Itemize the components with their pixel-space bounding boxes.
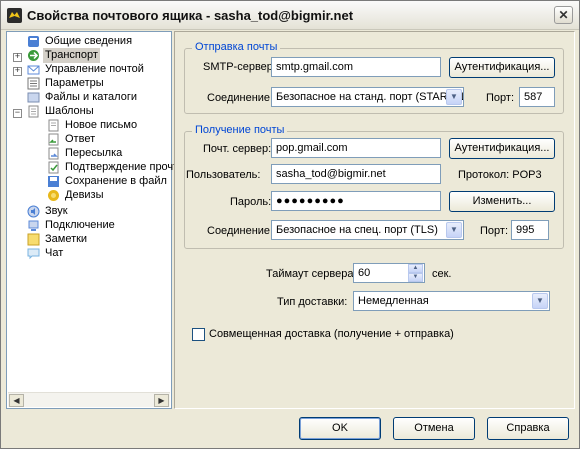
pop-port-input[interactable]: 995 xyxy=(511,220,549,240)
ok-button[interactable]: OK xyxy=(299,417,381,440)
pop-connection-label: Соединение: xyxy=(207,225,274,237)
parameters-icon xyxy=(27,77,40,90)
pop-authentication-button[interactable]: Аутентификация... xyxy=(449,138,555,159)
settings-tree: + + − Общие сведения Транспорт Управлени… xyxy=(6,31,178,409)
mail-server-label: Почт. сервер: xyxy=(203,143,272,155)
server-timeout-value: 60 xyxy=(358,267,371,279)
minus-icon: − xyxy=(14,108,21,118)
spin-up-icon[interactable]: ▲ xyxy=(408,264,423,273)
delivery-type-label: Тип доставки: xyxy=(277,296,348,308)
smtp-port-input[interactable]: 587 xyxy=(519,87,555,107)
help-button[interactable]: Справка xyxy=(487,417,569,440)
tree-item-label: Файлы и каталоги xyxy=(45,91,137,103)
timeout-spinner[interactable]: ▲ ▼ xyxy=(408,264,423,282)
pop-connection-value: Безопасное на спец. порт (TLS) xyxy=(276,224,438,236)
smtp-connection-value: Безопасное на станд. порт (STARTTLS) xyxy=(276,91,464,103)
save-to-file-icon xyxy=(48,176,59,187)
close-icon: ✕ xyxy=(558,8,569,22)
expander-mail-management[interactable]: + xyxy=(13,67,22,76)
user-input[interactable]: sasha_tod@bigmir.net xyxy=(271,164,441,184)
server-timeout-label: Таймаут сервера: xyxy=(266,268,357,280)
cancel-button[interactable]: Отмена xyxy=(393,417,475,440)
delivery-type-value: Немедленная xyxy=(358,295,429,307)
chevron-down-icon: ▼ xyxy=(446,222,462,238)
connection-icon xyxy=(28,220,39,231)
tree-item-label: Звук xyxy=(45,205,68,217)
arrow-left-icon: ◀ xyxy=(13,396,20,405)
chevron-down-icon: ▼ xyxy=(532,293,548,309)
tree-horizontal-scrollbar[interactable]: ◀ ▶ xyxy=(8,392,170,407)
tree-item-label: Ответ xyxy=(65,133,96,145)
chat-icon xyxy=(27,248,40,260)
window-title: Свойства почтового ящика - sasha_tod@big… xyxy=(27,8,354,23)
protocol-label: Протокол: POP3 xyxy=(458,169,542,181)
mail-server-input[interactable]: pop.gmail.com xyxy=(271,138,441,158)
mail-management-icon xyxy=(27,65,40,75)
smtp-authentication-button[interactable]: Аутентификация... xyxy=(449,57,555,78)
tree-item-label: Подтверждение прочт xyxy=(65,161,179,173)
sound-icon xyxy=(27,205,40,218)
combined-delivery-checkbox[interactable] xyxy=(192,328,205,341)
tree-item-label: Заметки xyxy=(45,233,88,245)
mailbox-properties-dialog: Свойства почтового ящика - sasha_tod@big… xyxy=(0,0,580,449)
templates-icon xyxy=(28,105,39,118)
close-button[interactable]: ✕ xyxy=(554,6,573,24)
combined-delivery-label[interactable]: Совмещенная доставка (получение + отправ… xyxy=(209,328,454,340)
password-label: Пароль: xyxy=(230,196,272,208)
scroll-right-button[interactable]: ▶ xyxy=(154,394,169,407)
smtp-connection-select[interactable]: Безопасное на станд. порт (STARTTLS) ▼ xyxy=(271,87,464,107)
user-label: Пользователь: xyxy=(186,169,261,181)
change-password-button[interactable]: Изменить... xyxy=(449,191,555,212)
mottos-icon xyxy=(48,190,59,201)
expander-transport[interactable]: + xyxy=(13,53,22,62)
files-icon xyxy=(27,92,40,103)
tree-item-label: Чат xyxy=(45,247,64,259)
smtp-server-label: SMTP-сервер: xyxy=(203,61,276,73)
tree-item-label: Управление почтой xyxy=(45,63,144,75)
read-receipt-icon xyxy=(48,161,59,174)
smtp-port-label: Порт: xyxy=(486,92,514,104)
tree-item-label: Подключение xyxy=(45,219,115,231)
tree-item-label: Пересылка xyxy=(65,147,123,159)
bat-app-icon xyxy=(7,8,22,23)
pop-port-label: Порт: xyxy=(480,225,508,237)
new-letter-icon xyxy=(48,119,59,132)
tree-item-label: Шаблоны xyxy=(45,105,94,117)
arrow-right-icon: ▶ xyxy=(158,396,165,405)
smtp-server-input[interactable]: smtp.gmail.com xyxy=(271,57,441,77)
delivery-type-select[interactable]: Немедленная ▼ xyxy=(353,291,550,311)
transport-icon xyxy=(28,50,39,61)
scroll-left-button[interactable]: ◀ xyxy=(9,394,24,407)
expander-templates[interactable]: − xyxy=(13,109,22,118)
tree-item-label: Новое письмо xyxy=(65,119,138,131)
transport-settings-panel: Отправка почты SMTP-сервер: smtp.gmail.c… xyxy=(174,31,575,409)
notes-icon xyxy=(27,233,40,246)
plus-icon: + xyxy=(14,52,21,62)
receiving-group-title: Получение почты xyxy=(192,124,288,136)
timeout-unit-label: сек. xyxy=(432,268,452,280)
plus-icon: + xyxy=(14,66,21,76)
tree-item-label: Сохранение в файл xyxy=(65,175,167,187)
password-input[interactable]: ●●●●●●●●● xyxy=(271,191,441,211)
smtp-connection-label: Соединение: xyxy=(207,92,274,104)
title-bar: Свойства почтового ящика - sasha_tod@big… xyxy=(1,1,579,30)
forward-icon xyxy=(48,147,59,160)
reply-icon xyxy=(48,133,59,146)
spin-down-icon[interactable]: ▼ xyxy=(408,273,423,282)
tree-item-label: Девизы xyxy=(65,189,104,201)
server-timeout-input[interactable]: 60 ▲ ▼ xyxy=(353,263,425,283)
chevron-down-icon: ▼ xyxy=(446,89,462,105)
sending-group-title: Отправка почты xyxy=(192,41,281,53)
general-info-icon xyxy=(28,36,39,47)
tree-item-label: Транспорт xyxy=(43,48,100,63)
tree-item-label: Общие сведения xyxy=(45,35,133,47)
pop-connection-select[interactable]: Безопасное на спец. порт (TLS) ▼ xyxy=(271,220,464,240)
tree-item-label: Параметры xyxy=(45,77,104,89)
